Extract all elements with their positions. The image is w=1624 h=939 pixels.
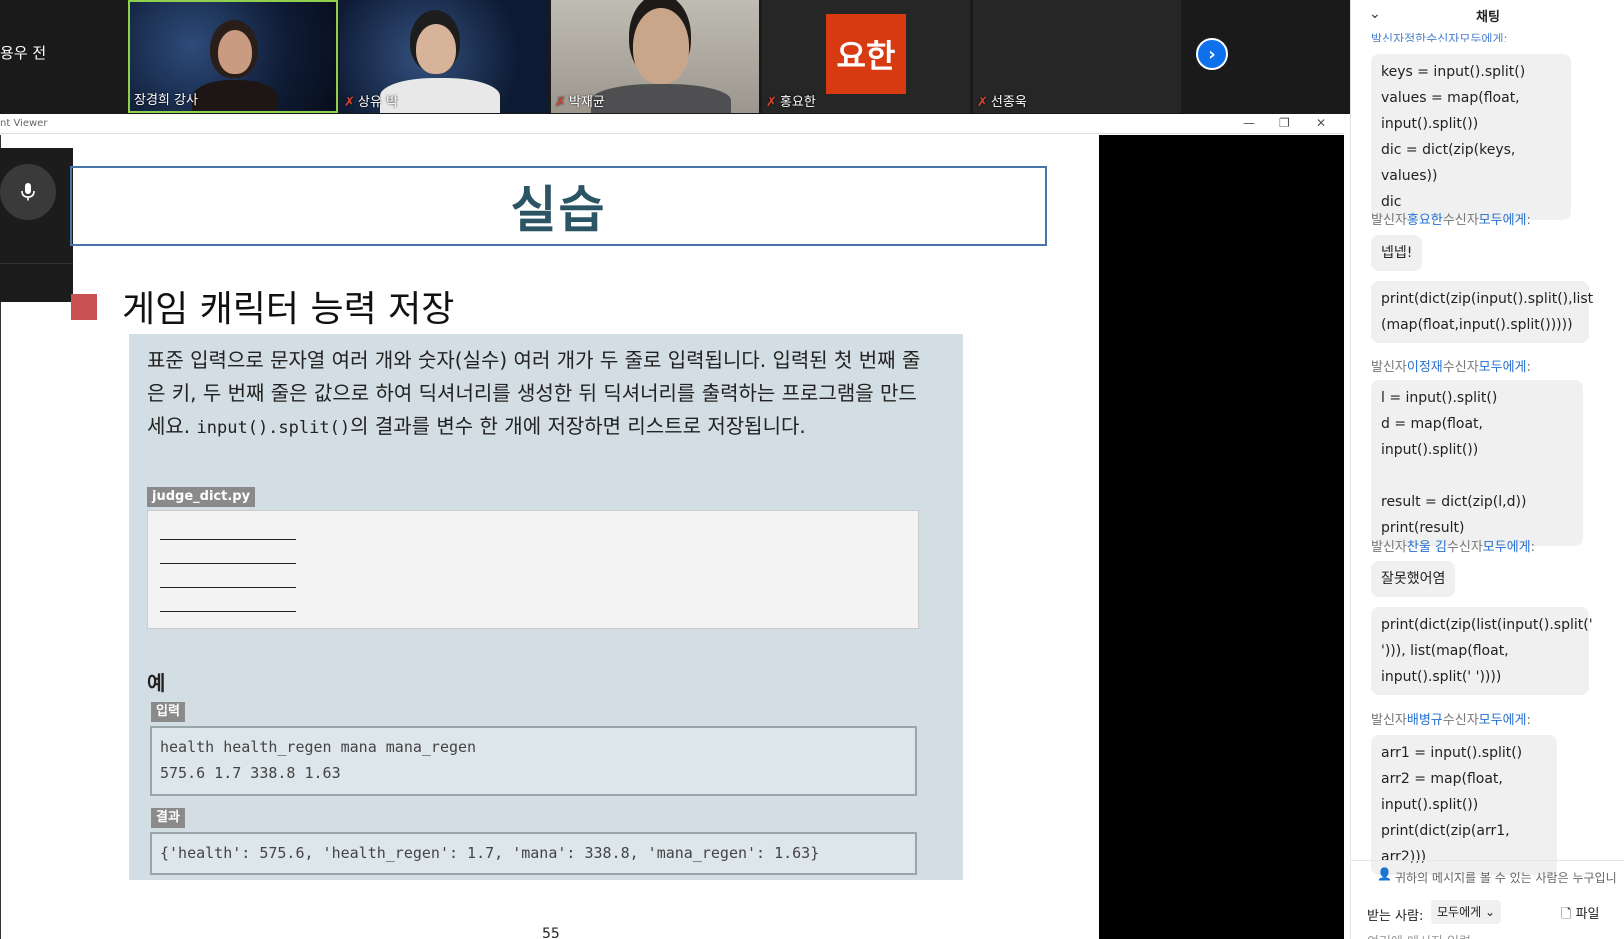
chat-panel: ⌄ 채팅 발신자정한수신자모두에게: keys = input().split(… — [1350, 0, 1624, 939]
file-button[interactable]: 🗋 파일 — [1561, 903, 1600, 927]
chat-title: 채팅 — [1476, 10, 1500, 25]
chat-message-bubble: print(dict(zip(list(input().split(' ')))… — [1371, 607, 1593, 695]
chat-sender-line: 발신자배병규수신자모두에게: — [1371, 713, 1531, 728]
chat-sender-line: 발신자홍요한수신자모두에게: — [1371, 213, 1531, 228]
participant-avatar: 요한 — [826, 14, 906, 94]
chat-message-bubble: l = input().split() d = map(float, input… — [1371, 380, 1583, 546]
person-body — [380, 78, 500, 113]
viewer-black-area — [1099, 135, 1344, 939]
input-line: health health_regen mana mana_regen — [160, 738, 477, 756]
participant-name-left: 용우 전 — [0, 44, 47, 62]
person-face — [633, 8, 689, 84]
muted-mic-icon: ✗ — [766, 95, 777, 110]
chat-sender-line: 발신자이정재수신자모두에게: — [1371, 360, 1531, 375]
panel-divider — [0, 263, 73, 264]
chat-message-bubble: keys = input().split() values = map(floa… — [1371, 54, 1571, 220]
code-blank-area — [147, 510, 919, 629]
person-face — [416, 24, 456, 74]
result-line: {'health': 575.6, 'health_regen': 1.7, '… — [160, 844, 820, 862]
example-input-box: health health_regen mana mana_regen 575.… — [150, 726, 917, 796]
blank-line — [160, 611, 296, 612]
chevron-down-icon: ⌄ — [1485, 905, 1496, 919]
bullet-square-icon — [71, 294, 97, 320]
participant-name: ✗ 홍요한 — [766, 95, 816, 110]
file-icon: 🗋 — [1561, 907, 1572, 922]
chat-message-bubble: 잘못했어염 — [1371, 561, 1456, 597]
chat-sender-partial: 발신자정한수신자모두에게: — [1371, 32, 1508, 42]
chat-message-bubble: arr1 = input().split() arr2 = map(float,… — [1371, 735, 1557, 875]
microphone-icon — [21, 183, 35, 201]
video-tile[interactable]: ✗ 박재균 — [551, 0, 759, 113]
muted-mic-icon: ✗ — [344, 95, 355, 110]
chat-footer: 👤 귀하의 메시지를 볼 수 있는 사람은 누구입니 받는 사람: 모두에게 ⌄… — [1351, 860, 1624, 939]
participant-name: ✗ 선종욱 — [977, 95, 1027, 110]
input-line: 575.6 1.7 338.8 1.63 — [160, 764, 341, 782]
muted-mic-icon: ✗ — [977, 95, 988, 110]
video-strip: 용우 전 장경희 강사 ✗ 상유 박 ✗ 박재균 ✗ 홍요한 요한 ✗ 선종욱 › — [0, 0, 1350, 114]
slide-page-number: 55 — [542, 926, 560, 939]
file-name-tag: judge_dict.py — [147, 487, 256, 507]
restore-icon[interactable]: ❐ — [1279, 116, 1290, 130]
input-tag: 입력 — [151, 702, 185, 722]
close-icon[interactable]: ✕ — [1316, 116, 1326, 130]
inline-code: input().split() — [196, 418, 351, 438]
slide-title-box: 실습 — [70, 166, 1047, 246]
chat-message-bubble: print(dict(zip(input().split(),list (map… — [1371, 281, 1593, 343]
muted-mic-icon: ✗ — [555, 95, 566, 110]
visibility-person-icon: 👤 — [1377, 867, 1392, 881]
visibility-note[interactable]: 귀하의 메시지를 볼 수 있는 사람은 누구입니 — [1395, 869, 1617, 886]
video-tile-instructor[interactable]: 장경희 강사 — [128, 0, 338, 113]
participant-name: ✗ 박재균 — [555, 95, 605, 110]
example-result-box: {'health': 575.6, 'health_regen': 1.7, '… — [150, 832, 917, 875]
blank-line — [160, 563, 296, 564]
recipient-dropdown[interactable]: 모두에게 ⌄ — [1431, 900, 1502, 924]
minimize-icon[interactable]: — — [1243, 116, 1255, 130]
chat-sender-line: 발신자찬울 김수신자모두에게: — [1371, 540, 1536, 555]
chat-message-bubble: 넵넵! — [1371, 235, 1423, 271]
video-tile[interactable]: ✗ 상유 박 — [340, 0, 548, 113]
slide-title: 실습 — [510, 181, 607, 239]
recipient-label: 받는 사람: — [1367, 909, 1424, 924]
example-label: 예 — [147, 671, 166, 695]
blank-line — [160, 587, 296, 588]
blank-line — [160, 539, 296, 540]
chat-header: ⌄ 채팅 — [1351, 0, 1624, 30]
video-tile[interactable]: ✗ 선종욱 — [973, 0, 1181, 113]
participant-name: 장경희 강사 — [134, 93, 198, 108]
result-tag: 결과 — [151, 808, 185, 828]
participant-name: ✗ 상유 박 — [344, 95, 398, 110]
person-body — [591, 84, 731, 113]
microphone-button[interactable] — [0, 164, 56, 220]
viewer-title: nt Viewer — [0, 118, 48, 129]
slide-heading: 게임 캐릭터 능력 저장 — [122, 289, 455, 330]
problem-description: 표준 입력으로 문자열 여러 개와 숫자(실수) 여러 개가 두 줄로 입력됩니… — [147, 348, 921, 438]
chat-message-input[interactable]: 여기에 메시지 입력... — [1367, 931, 1483, 939]
viewer-title-bar: nt Viewer — ❐ ✕ — [0, 116, 1344, 134]
person-face — [218, 30, 252, 74]
next-participants-button[interactable]: › — [1196, 38, 1228, 70]
person-body — [192, 80, 278, 111]
